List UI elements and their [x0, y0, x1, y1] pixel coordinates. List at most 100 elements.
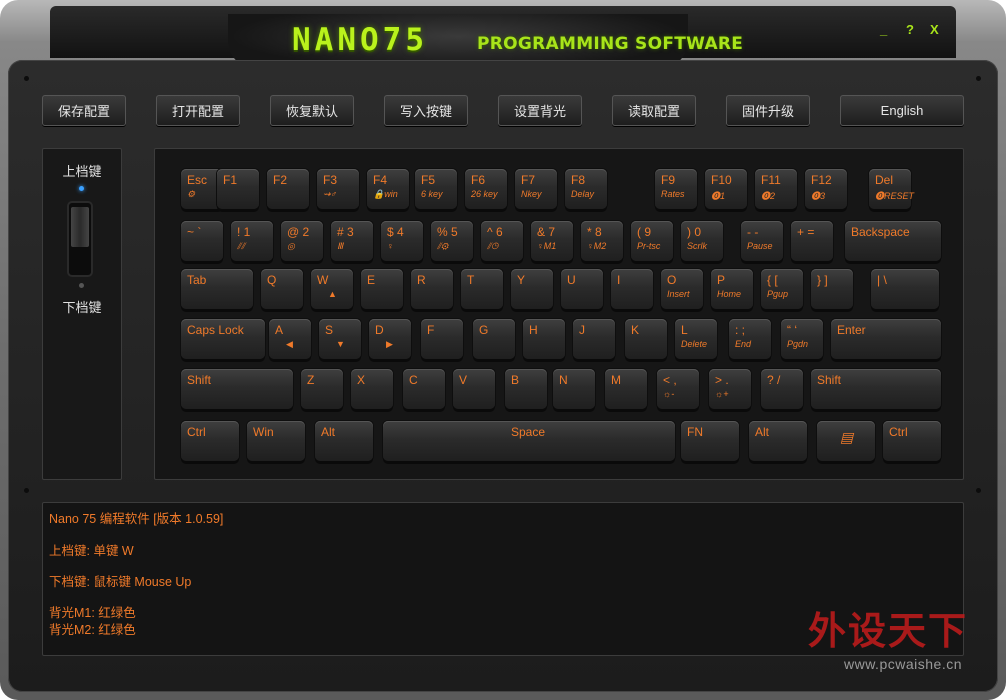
- key-function-icon: ⫽◷: [487, 241, 499, 251]
- key-46[interactable]: F: [421, 319, 463, 359]
- key-53[interactable]: “ ‘ Pgdn: [781, 319, 823, 359]
- key-67[interactable]: Ctrl: [181, 421, 239, 461]
- key-6[interactable]: F6 26 key: [465, 169, 507, 209]
- key-35[interactable]: U: [561, 269, 603, 309]
- key-38[interactable]: P Home: [711, 269, 753, 309]
- key-31[interactable]: E: [361, 269, 403, 309]
- upper-led-icon: [79, 186, 84, 191]
- key-57[interactable]: X: [351, 369, 393, 409]
- key-28[interactable]: Tab: [181, 269, 253, 309]
- key-11[interactable]: F11 ⓿2: [755, 169, 797, 209]
- key-14[interactable]: ~ `: [181, 221, 223, 261]
- key-15[interactable]: ! 1 ⫽⫽: [231, 221, 273, 261]
- key-16[interactable]: @ 2 ◎: [281, 221, 323, 261]
- key-22[interactable]: * 8 ♀M2: [581, 221, 623, 261]
- key-64[interactable]: > . ☼+: [709, 369, 751, 409]
- key-21[interactable]: & 7 ♀M1: [531, 221, 573, 261]
- key-45[interactable]: D ▶: [369, 319, 411, 359]
- key-48[interactable]: H: [523, 319, 565, 359]
- key-30[interactable]: W ▲: [311, 269, 353, 309]
- set-backlight-button[interactable]: 设置背光: [498, 95, 582, 126]
- key-20[interactable]: ^ 6 ⫽◷: [481, 221, 523, 261]
- key-58[interactable]: C: [403, 369, 445, 409]
- key-71[interactable]: FN: [681, 421, 739, 461]
- key-32[interactable]: R: [411, 269, 453, 309]
- help-button[interactable]: ?: [906, 22, 914, 37]
- minimize-button[interactable]: _: [880, 22, 887, 37]
- key-47[interactable]: G: [473, 319, 515, 359]
- key-23[interactable]: ( 9 Pr-tsc: [631, 221, 673, 261]
- key-18[interactable]: $ 4 ♀: [381, 221, 423, 261]
- read-config-button[interactable]: 读取配置: [612, 95, 696, 126]
- key-13[interactable]: Del ⓿RESET: [869, 169, 914, 209]
- key-59[interactable]: V: [453, 369, 495, 409]
- key-10[interactable]: F10 ⓿1: [705, 169, 747, 209]
- key-19[interactable]: % 5 ⫽⚙: [431, 221, 473, 261]
- key-8[interactable]: F8 Delay: [565, 169, 607, 209]
- key-52[interactable]: : ; End: [729, 319, 771, 359]
- key-44[interactable]: S ▼: [319, 319, 361, 359]
- key-1[interactable]: F1: [217, 169, 259, 209]
- key-29[interactable]: Q: [261, 269, 303, 309]
- key-function-icon: ♀: [387, 241, 394, 251]
- close-button[interactable]: X: [930, 22, 939, 37]
- key-74[interactable]: Ctrl: [883, 421, 941, 461]
- key-7[interactable]: F7 Nkey: [515, 169, 557, 209]
- key-label: > .: [715, 373, 729, 387]
- key-label: | \: [877, 273, 887, 287]
- key-12[interactable]: F12 ⓿3: [805, 169, 847, 209]
- key-34[interactable]: Y: [511, 269, 553, 309]
- key-33[interactable]: T: [461, 269, 503, 309]
- key-43[interactable]: A ◀: [269, 319, 311, 359]
- key-label: A: [275, 323, 284, 337]
- key-72[interactable]: Alt: [749, 421, 807, 461]
- key-2[interactable]: F2: [267, 169, 309, 209]
- watermark-url: www.pcwaishe.cn: [844, 656, 962, 672]
- key-51[interactable]: L Delete: [675, 319, 717, 359]
- layer-toggle[interactable]: [69, 203, 91, 275]
- key-27[interactable]: Backspace: [845, 221, 941, 261]
- key-41[interactable]: | \: [871, 269, 939, 309]
- key-25[interactable]: - - Pause: [741, 221, 783, 261]
- key-26[interactable]: + =: [791, 221, 833, 261]
- key-60[interactable]: B: [505, 369, 547, 409]
- key-36[interactable]: I: [611, 269, 653, 309]
- key-66[interactable]: Shift: [811, 369, 941, 409]
- key-55[interactable]: Shift: [181, 369, 293, 409]
- key-54[interactable]: Enter: [831, 319, 941, 359]
- key-65[interactable]: ? /: [761, 369, 803, 409]
- key-61[interactable]: N: [553, 369, 595, 409]
- key-49[interactable]: J: [573, 319, 615, 359]
- save-config-button[interactable]: 保存配置: [42, 95, 126, 126]
- key-3[interactable]: F3 ⇝♂: [317, 169, 359, 209]
- open-config-button[interactable]: 打开配置: [156, 95, 240, 126]
- key-label: N: [559, 373, 568, 387]
- key-68[interactable]: Win: [247, 421, 305, 461]
- log-line: 下档键: 鼠标键 Mouse Up: [49, 575, 192, 589]
- key-73[interactable]: ▤: [817, 421, 875, 461]
- key-5[interactable]: F5 6 key: [415, 169, 457, 209]
- firmware-upgrade-button[interactable]: 固件升级: [726, 95, 810, 126]
- toggle-knob[interactable]: [71, 207, 89, 247]
- key-9[interactable]: F9 Rates: [655, 169, 697, 209]
- key-function-icon: ☼+: [715, 389, 729, 399]
- key-label: K: [631, 323, 640, 337]
- language-button[interactable]: English: [840, 95, 964, 126]
- key-4[interactable]: F4 🔒win: [367, 169, 409, 209]
- key-56[interactable]: Z: [301, 369, 343, 409]
- key-37[interactable]: O Insert: [661, 269, 703, 309]
- key-62[interactable]: M: [605, 369, 647, 409]
- log-line: 背光M2: 红绿色: [49, 623, 136, 637]
- key-39[interactable]: { [Pgup: [761, 269, 803, 309]
- write-keys-button[interactable]: 写入按键: [384, 95, 468, 126]
- key-50[interactable]: K: [625, 319, 667, 359]
- key-17[interactable]: # 3 Ⅲ: [331, 221, 373, 261]
- key-63[interactable]: < , ☼-: [657, 369, 699, 409]
- key-70[interactable]: Space: [383, 421, 675, 461]
- key-40[interactable]: } ]: [811, 269, 853, 309]
- key-69[interactable]: Alt: [315, 421, 373, 461]
- key-42[interactable]: Caps Lock: [181, 319, 265, 359]
- key-24[interactable]: ) 0 Scrlk: [681, 221, 723, 261]
- restore-default-button[interactable]: 恢复默认: [270, 95, 354, 126]
- key-label: W: [317, 273, 329, 287]
